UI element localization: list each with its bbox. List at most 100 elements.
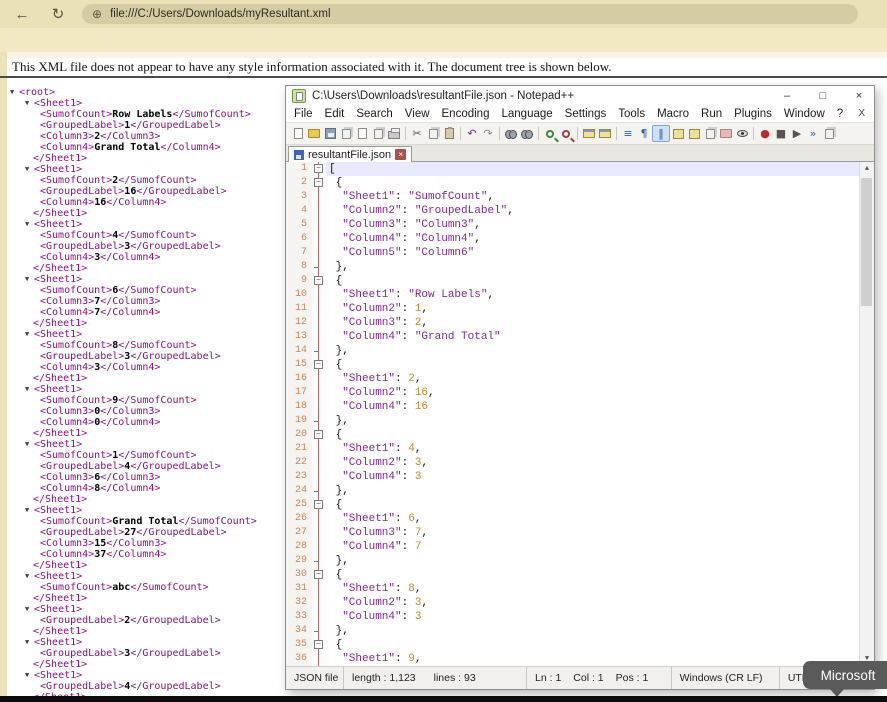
code-text[interactable]: "Sheet1": 2, [326, 372, 874, 386]
zoom-in-icon[interactable] [542, 126, 558, 141]
collapse-arrow-icon[interactable]: ▼ [25, 439, 34, 450]
code-text[interactable]: }, [326, 344, 874, 358]
code-text[interactable]: }, [326, 414, 874, 428]
address-bar[interactable]: ⊕ file:///C:/Users/Downloads/myResultant… [82, 4, 858, 24]
macro-record-icon[interactable]: ● [757, 126, 773, 141]
save-all-icon[interactable] [338, 126, 354, 141]
site-info-icon[interactable]: ⊕ [92, 7, 102, 21]
code-text[interactable]: "Column4": "Grand Total" [326, 330, 874, 344]
code-text[interactable]: "Column2": "GroupedLabel", [326, 204, 874, 218]
paste-icon[interactable] [441, 126, 457, 141]
collapse-arrow-icon[interactable]: ▼ [25, 637, 34, 648]
code-text[interactable]: "Column4": 7 [326, 540, 874, 554]
fold-collapse-icon[interactable]: − [314, 164, 323, 173]
menu-tools[interactable]: Tools [612, 108, 651, 120]
code-text[interactable]: { [326, 428, 874, 442]
fold-collapse-icon[interactable]: − [314, 276, 323, 285]
maximize-button[interactable]: □ [808, 86, 838, 105]
menu-file[interactable]: File [288, 108, 319, 120]
code-text[interactable]: "Column3": 7, [326, 526, 874, 540]
code-text[interactable]: "Sheet1": "Row Labels", [326, 288, 874, 302]
collapse-arrow-icon[interactable]: ▼ [25, 670, 34, 681]
fold-collapse-icon[interactable]: − [314, 640, 323, 649]
back-button[interactable]: ← [10, 3, 34, 25]
close-all-icon[interactable] [370, 126, 386, 141]
menu-plugins[interactable]: Plugins [728, 108, 778, 120]
cut-icon[interactable]: ✂ [409, 126, 425, 141]
collapse-arrow-icon[interactable]: ▼ [25, 604, 34, 615]
code-text[interactable]: }, [326, 554, 874, 568]
print-icon[interactable] [386, 126, 402, 141]
copy-icon[interactable] [425, 126, 441, 141]
code-text[interactable]: "Column2": 3, [326, 456, 874, 470]
show-all-characters-icon[interactable]: ¶ [636, 126, 652, 141]
word-wrap-icon[interactable]: ≡ [620, 126, 636, 141]
menu-view[interactable]: View [399, 108, 436, 120]
code-text[interactable]: "Sheet1": "SumofCount", [326, 190, 874, 204]
menu-language[interactable]: Language [495, 108, 558, 120]
editor-area[interactable]: 1−[2− {3 "Sheet1": "SumofCount",4 "Colum… [286, 162, 874, 666]
monitoring-icon[interactable] [734, 126, 750, 141]
code-text[interactable]: "Column4": 3 [326, 470, 874, 484]
code-text[interactable]: { [326, 274, 874, 288]
code-text[interactable]: "Column3": 2, [326, 316, 874, 330]
code-text[interactable]: { [326, 638, 874, 652]
collapse-arrow-icon[interactable]: ▼ [25, 274, 34, 285]
collapse-arrow-icon[interactable]: ▼ [25, 571, 34, 582]
code-text[interactable]: "Column2": 1, [326, 302, 874, 316]
fold-collapse-icon[interactable]: − [314, 570, 323, 579]
zoom-out-icon[interactable] [558, 126, 574, 141]
macro-play-icon[interactable]: ▶ [789, 126, 805, 141]
fold-collapse-icon[interactable]: − [314, 430, 323, 439]
code-text[interactable]: }, [326, 624, 874, 638]
code-text[interactable]: "Sheet1": 6, [326, 512, 874, 526]
code-text[interactable]: }, [326, 484, 874, 498]
code-text[interactable]: { [326, 176, 874, 190]
code-text[interactable]: { [326, 568, 874, 582]
code-text[interactable]: "Column4": 3 [326, 610, 874, 624]
code-text[interactable]: { [326, 358, 874, 372]
code-text[interactable]: "Column4": 16 [326, 400, 874, 414]
reload-button[interactable]: ↻ [46, 3, 70, 25]
close-file-icon[interactable] [354, 126, 370, 141]
code-text[interactable]: "Column5": "Column6" [326, 246, 874, 260]
editor-scrollbar[interactable]: ▲ ▼ [859, 162, 874, 666]
collapse-arrow-icon[interactable]: ▼ [25, 384, 34, 395]
sync-horizontal-icon[interactable] [597, 126, 613, 141]
open-file-icon[interactable] [306, 126, 322, 141]
menu-edit[interactable]: Edit [319, 108, 351, 120]
document-list-icon[interactable] [702, 126, 718, 141]
menu-window[interactable]: Window [778, 108, 831, 120]
replace-icon[interactable] [519, 126, 535, 141]
find-icon[interactable] [503, 126, 519, 141]
code-text[interactable]: "Column3": "Column3", [326, 218, 874, 232]
close-button[interactable]: × [844, 86, 874, 105]
code-text[interactable]: "Column4": "Column4", [326, 232, 874, 246]
code-text[interactable]: "Sheet1": 4, [326, 442, 874, 456]
fold-collapse-icon[interactable]: − [314, 178, 323, 187]
collapse-arrow-icon[interactable]: ▼ [25, 329, 34, 340]
redo-icon[interactable]: ↷ [480, 126, 496, 141]
menu-macro[interactable]: Macro [651, 108, 695, 120]
menubar-close-button[interactable]: X [858, 108, 874, 119]
new-file-icon[interactable] [290, 126, 306, 141]
sync-vertical-icon[interactable] [581, 126, 597, 141]
collapse-arrow-icon[interactable]: ▼ [10, 87, 19, 98]
minimize-button[interactable]: – [772, 86, 802, 105]
notepad-titlebar[interactable]: C:\Users\Downloads\resultantFile.json - … [286, 86, 874, 105]
tab-close-icon[interactable]: × [395, 149, 406, 160]
collapse-arrow-icon[interactable]: ▼ [25, 505, 34, 516]
scrollbar-thumb[interactable] [861, 178, 872, 306]
collapse-arrow-icon[interactable]: ▼ [25, 98, 34, 109]
code-text[interactable]: [ [326, 162, 874, 176]
fold-collapse-icon[interactable]: − [314, 500, 323, 509]
save-icon[interactable] [322, 126, 338, 141]
macro-stop-icon[interactable]: ■ [773, 126, 789, 141]
menu-search[interactable]: Search [350, 108, 398, 120]
undo-icon[interactable]: ↶ [464, 126, 480, 141]
indent-guide-icon[interactable]: ‖ [652, 125, 670, 142]
scroll-up-icon[interactable]: ▲ [860, 162, 874, 176]
macro-run-multiple-icon[interactable]: » [805, 126, 821, 141]
menu-settings[interactable]: Settings [559, 108, 613, 120]
tab-resultantfile[interactable]: resultantFile.json × [288, 146, 412, 162]
